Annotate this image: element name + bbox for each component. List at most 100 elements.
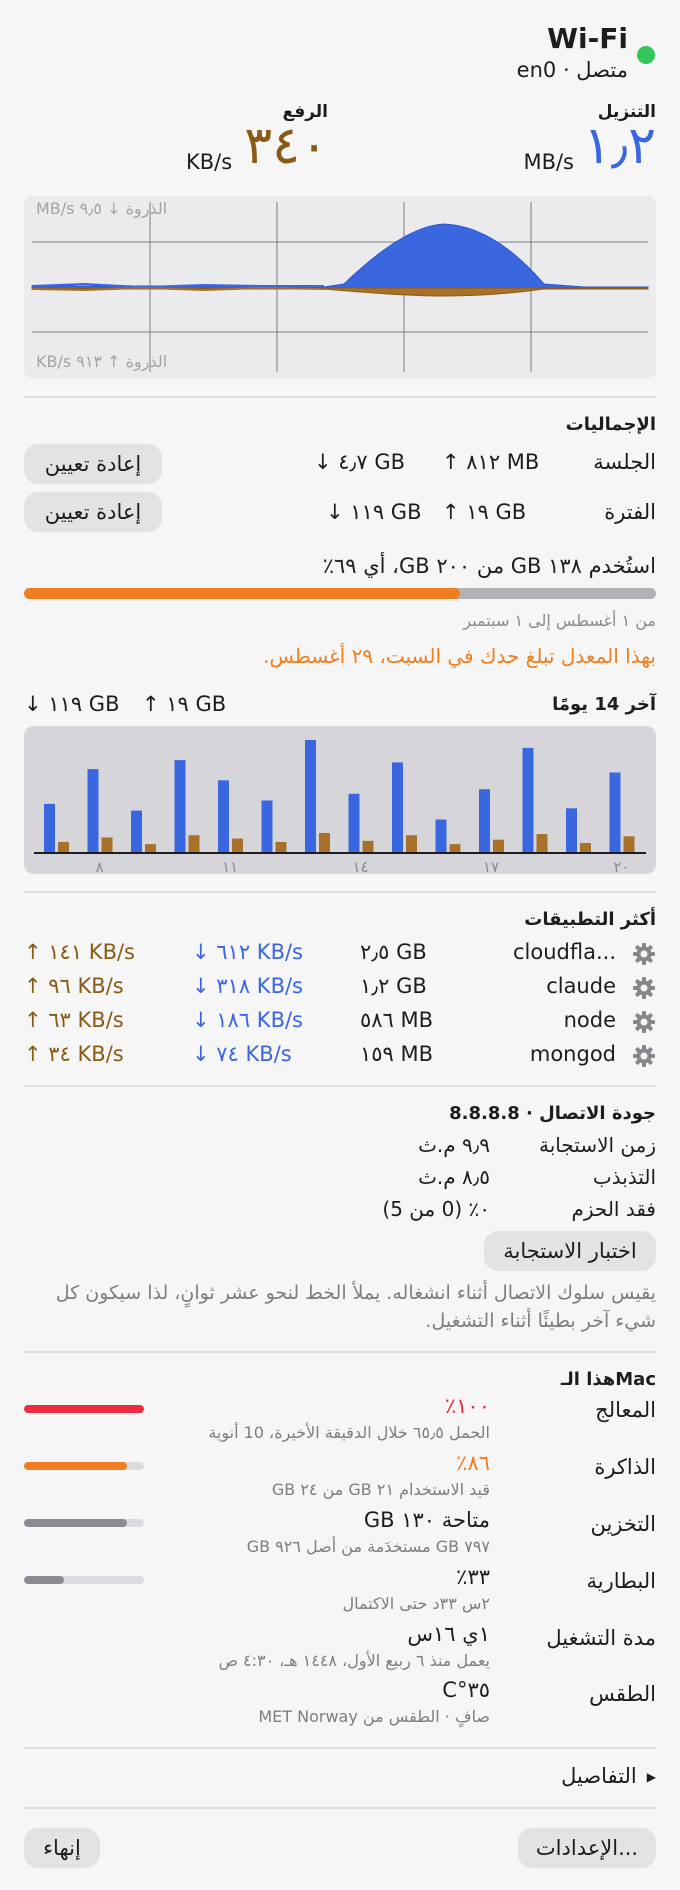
weather-subtitle: صافٍ · الطقس من MET Norway bbox=[258, 1707, 490, 1726]
download-bar bbox=[44, 803, 55, 852]
disk-label: التخزين bbox=[590, 1512, 656, 1536]
mem-value: ٨٦٪ bbox=[456, 1451, 490, 1475]
x-tick-label: ١٤ bbox=[352, 858, 368, 874]
responsiveness-test-button[interactable]: اختبار الاستجابة bbox=[484, 1231, 656, 1271]
quit-button[interactable]: إنهاء bbox=[24, 1828, 100, 1868]
battery-subtitle: ٢س ٣٣د حتى الاكتمال bbox=[342, 1594, 490, 1613]
reset-session-button[interactable]: إعادة تعيين bbox=[24, 444, 162, 484]
download-bar bbox=[609, 772, 621, 852]
app-name: cloudfla... bbox=[513, 940, 616, 964]
app-upload: ↑ ٣٤ KB/s bbox=[24, 1042, 124, 1066]
download-bar bbox=[305, 740, 316, 852]
app-name: claude bbox=[546, 974, 616, 998]
upload-bar bbox=[493, 839, 504, 852]
download-bar bbox=[392, 762, 403, 852]
upload-bar bbox=[580, 843, 591, 852]
totals-title: الإجماليات bbox=[565, 414, 656, 435]
peak-up-label: الذروة ↑ ٩١٣ KB/s bbox=[36, 352, 168, 371]
mem-bar bbox=[24, 1462, 144, 1470]
mac-title: هذا الـMac bbox=[560, 1369, 656, 1390]
status-dot bbox=[637, 46, 655, 64]
reset-period-button[interactable]: إعادة تعيين bbox=[24, 492, 162, 532]
connection-status: en0 · متصل bbox=[517, 58, 628, 82]
divider bbox=[24, 396, 656, 398]
upload-bar bbox=[536, 834, 548, 852]
last14-up: ↑ ١٩ GB bbox=[142, 692, 227, 716]
throughput-graph-svg bbox=[31, 202, 649, 372]
jitter-label: التذبذب bbox=[592, 1165, 656, 1189]
app-upload: ↑ ١٤١ KB/s bbox=[24, 940, 135, 964]
divider bbox=[24, 1747, 656, 1749]
disk-value: متاحة ١٣٠ GB bbox=[363, 1508, 490, 1532]
usage-progress-fill bbox=[24, 588, 460, 599]
session-up: ↑ ٨١٢ MB bbox=[442, 450, 540, 474]
gear-icon[interactable] bbox=[632, 1044, 656, 1068]
peak-down-label: الذروة ↓ ٩٫٥ MB/s bbox=[36, 199, 168, 218]
latency-label: زمن الاستجابة bbox=[538, 1133, 656, 1157]
apps-title: أكثر التطبيقات bbox=[524, 909, 656, 930]
upload-bar bbox=[145, 844, 156, 852]
download-bar bbox=[522, 747, 534, 852]
period-up: ↑ ١٩ GB bbox=[442, 500, 527, 524]
gear-icon[interactable] bbox=[632, 976, 656, 1000]
download-bar bbox=[479, 789, 490, 852]
disk-bar bbox=[24, 1519, 144, 1527]
weather-value: ٣٥°C bbox=[442, 1678, 490, 1702]
divider bbox=[24, 1807, 656, 1809]
details-disclosure[interactable]: ▶ التفاصيل bbox=[561, 1764, 656, 1788]
usage-period: من ١ أغسطس إلى ١ سبتمبر bbox=[463, 611, 656, 630]
settings-button[interactable]: الإعدادات... bbox=[518, 1828, 656, 1868]
status-text: متصل bbox=[576, 58, 628, 82]
upload-bar bbox=[58, 841, 69, 852]
cpu-value: ١٠٠٪ bbox=[444, 1394, 490, 1418]
app-total: ١٥٩ MB bbox=[360, 1042, 434, 1066]
download-bar bbox=[566, 808, 577, 852]
battery-bar bbox=[24, 1576, 144, 1584]
divider bbox=[24, 1351, 656, 1353]
throughput-graph: الذروة ↓ ٩٫٥ MB/s الذروة ↑ ٩١٣ KB/s bbox=[24, 196, 656, 378]
battery-bar-fill bbox=[24, 1576, 64, 1584]
usage-text: استُخدم ١٣٨ GB من ٢٠٠ GB، أي ٦٩٪ bbox=[322, 554, 656, 578]
period-down: ↓ ١١٩ GB bbox=[326, 500, 422, 524]
disclosure-triangle-icon: ▶ bbox=[646, 1770, 656, 1784]
usage-warning: بهذا المعدل تبلغ حدك في السبت، ٢٩ أغسطس. bbox=[263, 644, 656, 668]
app-total: ١٫٢ GB bbox=[360, 974, 427, 998]
app-download: ↓ ٦١٢ KB/s bbox=[192, 940, 303, 964]
app-total: ٥٨٦ MB bbox=[360, 1008, 434, 1032]
app-name: mongod bbox=[529, 1042, 616, 1066]
details-label: التفاصيل bbox=[561, 1764, 637, 1788]
upload-bar bbox=[188, 835, 200, 852]
period-label: الفترة bbox=[604, 500, 656, 524]
disk-subtitle: ٧٩٧ GB مستخدَمة من أصل ٩٢٦ GB bbox=[246, 1537, 490, 1556]
app-upload: ↑ ٩٦ KB/s bbox=[24, 974, 124, 998]
download-unit: MB/s bbox=[523, 150, 574, 174]
x-tick-label: ١١ bbox=[222, 858, 238, 874]
upload-bar bbox=[319, 832, 330, 852]
upload-value: ٣٤٠ bbox=[244, 116, 328, 176]
gear-icon[interactable] bbox=[632, 942, 656, 966]
x-tick-label: ٨ bbox=[95, 858, 103, 874]
wifi-title: Wi-Fi bbox=[547, 22, 628, 55]
gear-icon[interactable] bbox=[632, 1010, 656, 1034]
app-download: ↓ ١٨٦ KB/s bbox=[192, 1008, 303, 1032]
last14-title: آخر 14 يومًا bbox=[552, 694, 656, 715]
mem-bar-fill bbox=[24, 1462, 127, 1470]
quality-title: جودة الاتصال · 8.8.8.8 bbox=[449, 1103, 656, 1124]
cpu-label: المعالج bbox=[595, 1398, 656, 1422]
session-label: الجلسة bbox=[593, 450, 656, 474]
daily-chart: ٨ ١١ ١٤ ١٧ ٢٠ bbox=[24, 726, 656, 874]
x-tick-label: ٢٠ bbox=[613, 858, 629, 874]
download-area bbox=[31, 223, 649, 289]
upload-bar bbox=[101, 837, 113, 852]
download-bar bbox=[87, 769, 99, 852]
divider bbox=[24, 891, 656, 893]
app-total: ٢٫٥ GB bbox=[360, 940, 427, 964]
download-bar bbox=[174, 760, 186, 852]
session-down: ↓ ٤٫٧ GB bbox=[314, 450, 406, 474]
upload-bar bbox=[362, 840, 374, 852]
upload-bar bbox=[623, 836, 635, 852]
download-bar bbox=[218, 780, 229, 852]
x-tick-label: ١٧ bbox=[483, 858, 499, 874]
app-upload: ↑ ٦٣ KB/s bbox=[24, 1008, 124, 1032]
download-bar bbox=[131, 810, 142, 852]
